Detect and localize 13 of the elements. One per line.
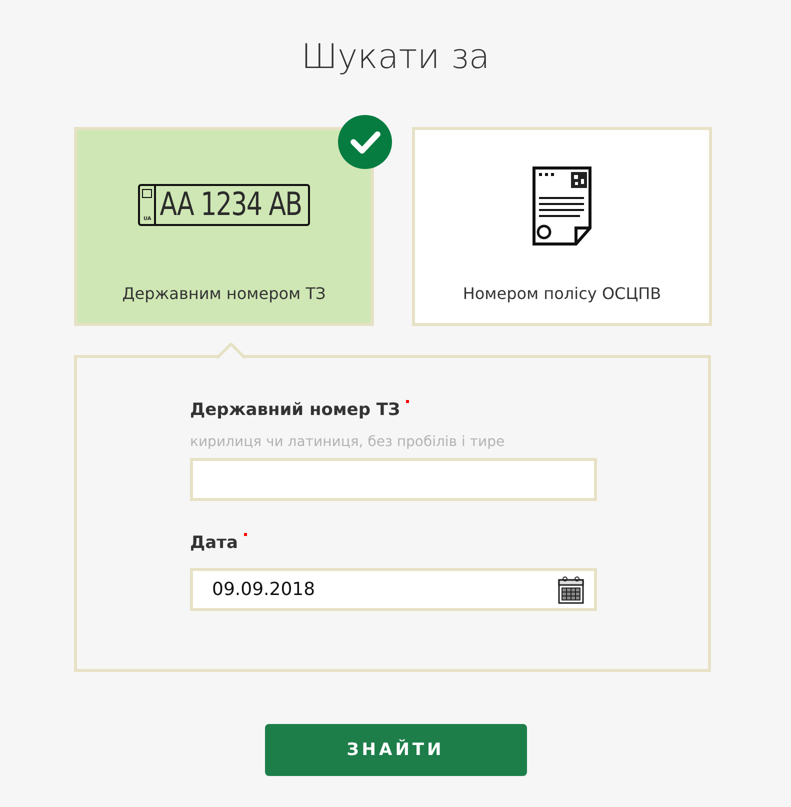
option-card[interactable]: Номером полісу ОСЦПВ	[412, 127, 712, 326]
field-label: Дата	[190, 532, 238, 555]
find-button[interactable]: ЗНАЙТИ	[264, 724, 526, 776]
date-field[interactable]: 09.09.2018	[190, 568, 597, 611]
field-hint: кирилиця чи латиниця, без пробілів і тире	[190, 434, 506, 450]
input-field[interactable]	[190, 458, 597, 501]
check-icon	[338, 115, 392, 169]
page-title: Шукати за	[301, 36, 490, 79]
option-label: Державним номером ТЗ	[122, 284, 326, 303]
document-icon	[532, 166, 592, 246]
option-label: Номером полісу ОСЦПВ	[462, 284, 662, 303]
field-label: Державний номер ТЗ	[190, 399, 400, 422]
calendar-icon	[558, 576, 584, 604]
